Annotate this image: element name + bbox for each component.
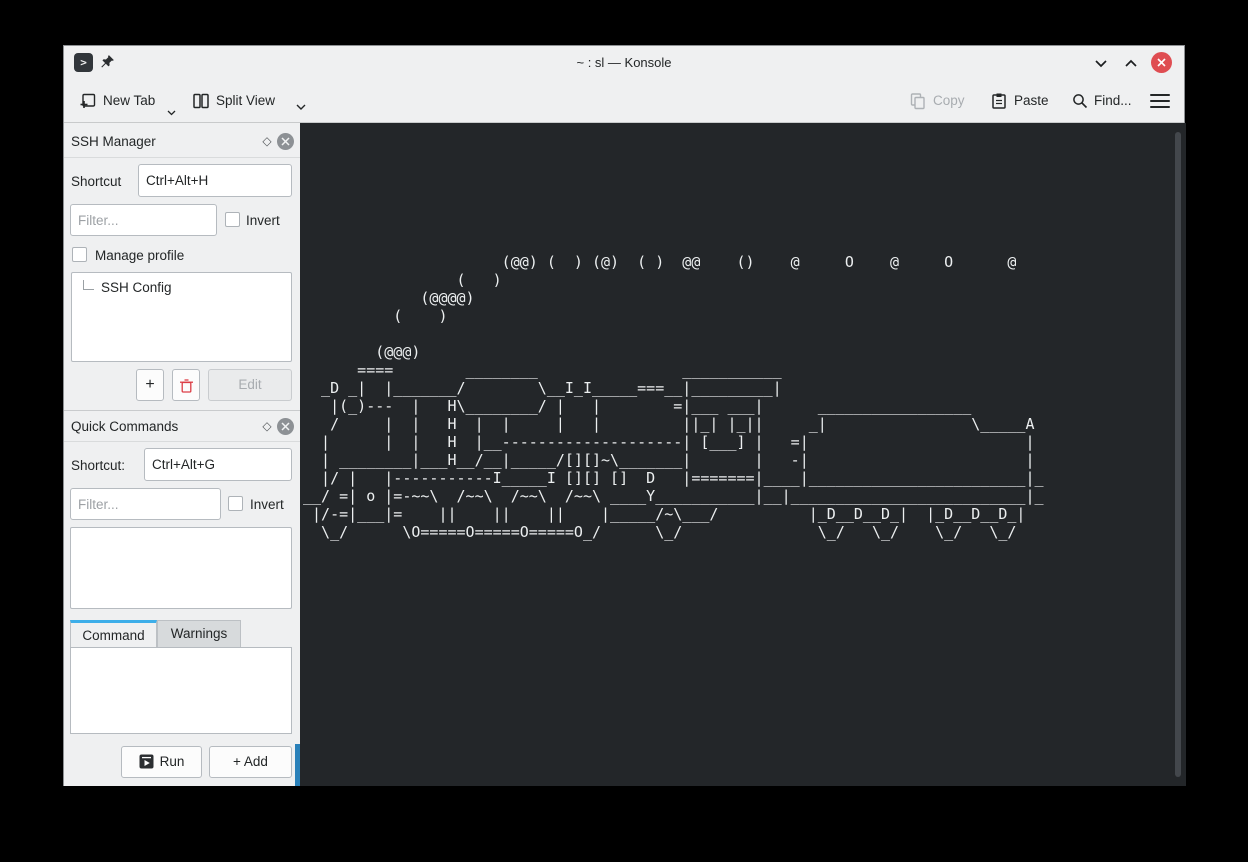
qc-filter-input[interactable]	[70, 488, 221, 520]
ssh-shortcut-label: Shortcut	[71, 174, 121, 189]
split-view-dropdown-icon[interactable]	[296, 98, 306, 116]
maximize-button[interactable]	[1122, 54, 1140, 72]
split-view-icon	[192, 92, 210, 115]
qc-command-editor[interactable]	[70, 647, 292, 734]
split-view-button[interactable]: Split View	[216, 79, 275, 122]
tab-warnings[interactable]: Warnings	[157, 620, 241, 648]
find-button[interactable]: Find...	[1094, 79, 1132, 122]
ssh-config-tree-item[interactable]: SSH Config	[101, 280, 172, 295]
terminal-display[interactable]: (@@) ( ) (@) ( ) @@ () @ O @ O @ ( ) (@@…	[300, 123, 1186, 786]
tab-command[interactable]: Command	[70, 620, 157, 648]
hamburger-menu-icon[interactable]	[1150, 94, 1170, 108]
konsole-window: > ~ : sl — Konsole New Tab Split View	[63, 45, 1185, 786]
qc-invert-label: Invert	[250, 497, 284, 512]
quick-commands-title: Quick Commands	[71, 413, 178, 440]
ssh-manager-close-icon[interactable]	[277, 133, 294, 150]
qc-add-button[interactable]: + Add	[209, 746, 292, 778]
find-icon	[1071, 92, 1089, 115]
ssh-config-list[interactable]: SSH Config	[71, 272, 292, 362]
run-icon	[139, 754, 154, 769]
new-tab-button[interactable]: New Tab	[103, 79, 155, 122]
qc-shortcut-label: Shortcut:	[71, 458, 125, 473]
tree-branch-icon	[83, 280, 94, 290]
close-button[interactable]	[1151, 52, 1172, 73]
window-title: ~ : sl — Konsole	[64, 46, 1184, 79]
qc-run-button[interactable]: Run	[121, 746, 202, 778]
ssh-shortcut-input[interactable]	[138, 164, 292, 197]
ssh-edit-button[interactable]: Edit	[208, 369, 292, 401]
quick-commands-float-icon[interactable]: ◇	[260, 419, 274, 433]
ssh-manager-title: SSH Manager	[71, 128, 156, 155]
ssh-filter-input[interactable]	[70, 204, 217, 236]
paste-icon	[990, 92, 1008, 115]
terminal-text: (@@) ( ) (@) ( ) @@ () @ O @ O @ ( ) (@@…	[303, 253, 1053, 541]
minimize-button[interactable]	[1092, 54, 1110, 72]
sidebar: SSH Manager ◇ Shortcut Invert Manage pro…	[64, 123, 300, 786]
qc-shortcut-input[interactable]	[144, 448, 292, 481]
qc-invert-checkbox[interactable]	[228, 496, 243, 511]
titlebar[interactable]: > ~ : sl — Konsole	[64, 46, 1184, 79]
ssh-add-button[interactable]: +	[136, 369, 164, 401]
ssh-delete-button[interactable]	[172, 369, 200, 401]
toolbar: New Tab Split View Copy Paste Find...	[64, 79, 1184, 123]
manage-profile-checkbox[interactable]	[72, 247, 87, 262]
ssh-invert-checkbox[interactable]	[225, 212, 240, 227]
new-tab-dropdown-icon[interactable]	[167, 103, 176, 121]
quick-commands-close-icon[interactable]	[277, 418, 294, 435]
manage-profile-label: Manage profile	[95, 248, 184, 263]
new-tab-icon	[79, 92, 97, 115]
copy-icon	[909, 92, 927, 115]
terminal-scrollbar[interactable]	[1175, 132, 1181, 777]
paste-button[interactable]: Paste	[1014, 79, 1049, 122]
ssh-invert-label: Invert	[246, 213, 280, 228]
copy-button[interactable]: Copy	[933, 79, 965, 122]
ssh-manager-float-icon[interactable]: ◇	[260, 134, 274, 148]
qc-command-list[interactable]	[70, 527, 292, 609]
